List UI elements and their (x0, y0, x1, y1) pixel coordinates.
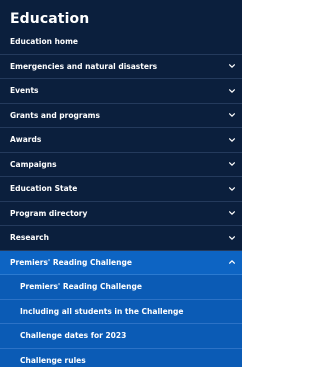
subnav-item-challenge-rules[interactable]: Challenge rules (0, 349, 242, 367)
nav-item-label: Premiers' Reading Challenge (10, 257, 132, 267)
subnav-item-label: Premiers' Reading Challenge (20, 282, 142, 292)
navigation-list: Education home Emergencies and natural d… (0, 30, 242, 367)
chevron-down-icon (229, 64, 235, 69)
nav-item-premiers-reading-challenge[interactable]: Premiers' Reading Challenge (0, 251, 242, 275)
chevron-down-icon (229, 88, 235, 93)
nav-item-label: Emergencies and natural disasters (10, 61, 158, 71)
nav-item-research[interactable]: Research (0, 226, 242, 251)
nav-item-label: Research (10, 233, 49, 243)
nav-item-label: Program directory (10, 208, 88, 218)
chevron-down-icon (229, 235, 235, 240)
nav-item-events[interactable]: Events (0, 79, 242, 104)
chevron-down-icon (229, 186, 235, 191)
nav-item-program-directory[interactable]: Program directory (0, 202, 242, 226)
chevron-up-icon (229, 260, 235, 265)
sub-navigation-list: Premiers' Reading Challenge Including al… (0, 275, 242, 367)
nav-item-education-state[interactable]: Education State (0, 177, 242, 202)
subnav-item-including-all-students[interactable]: Including all students in the Challenge (0, 300, 242, 324)
subnav-item-label: Challenge rules (20, 355, 86, 365)
chevron-down-icon (229, 211, 235, 216)
nav-item-label: Campaigns (10, 159, 57, 169)
chevron-down-icon (229, 162, 235, 167)
subnav-item-challenge-dates-2023[interactable]: Challenge dates for 2023 (0, 324, 242, 349)
nav-item-campaigns[interactable]: Campaigns (0, 153, 242, 177)
expanded-section-premiers-reading-challenge: Premiers' Reading Challenge Premiers' Re… (0, 250, 242, 367)
nav-item-emergencies-and-natural-disasters[interactable]: Emergencies and natural disasters (0, 55, 242, 79)
nav-item-label: Awards (10, 135, 42, 145)
subnav-item-label: Challenge dates for 2023 (20, 331, 127, 341)
nav-item-label: Events (10, 86, 39, 96)
subnav-item-label: Including all students in the Challenge (20, 306, 184, 316)
nav-item-label: Education State (10, 184, 78, 194)
nav-item-education-home[interactable]: Education home (0, 30, 242, 55)
education-side-navigation: Education Education home Emergencies and… (0, 0, 242, 367)
navigation-title: Education (10, 11, 90, 27)
subnav-item-premiers-reading-challenge[interactable]: Premiers' Reading Challenge (0, 275, 242, 300)
chevron-down-icon (229, 113, 235, 118)
nav-item-label: Education home (10, 37, 78, 47)
nav-item-grants-and-programs[interactable]: Grants and programs (0, 104, 242, 128)
chevron-down-icon (229, 137, 235, 142)
nav-item-awards[interactable]: Awards (0, 128, 242, 153)
nav-item-label: Grants and programs (10, 110, 100, 120)
